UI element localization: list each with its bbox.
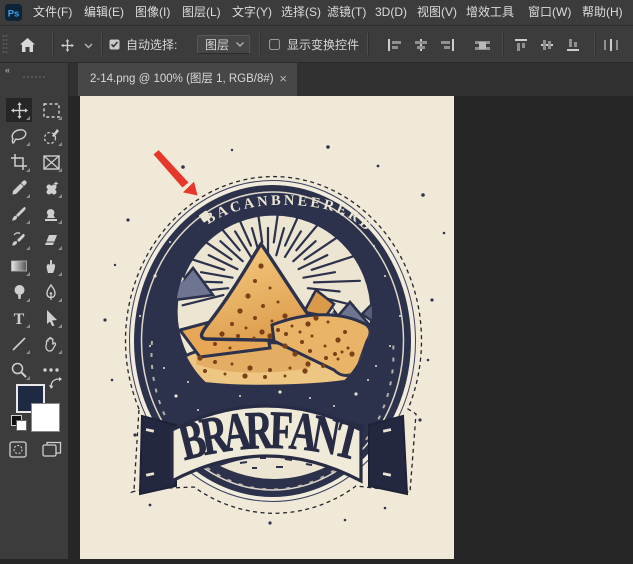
svg-text:T: T [14,311,25,326]
svg-text:Ps: Ps [8,9,20,20]
